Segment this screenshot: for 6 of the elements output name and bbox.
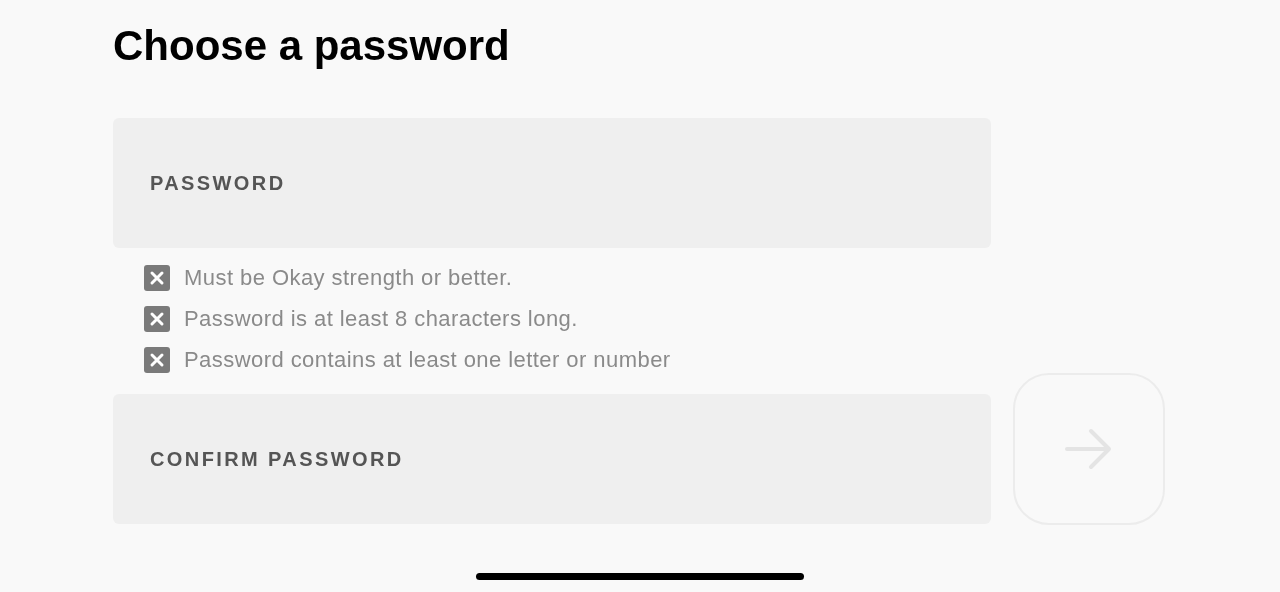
password-field[interactable]: PASSWORD: [113, 118, 991, 248]
requirement-text: Password contains at least one letter or number: [184, 346, 671, 374]
requirement-text: Must be Okay strength or better.: [184, 264, 513, 292]
requirement-text: Password is at least 8 characters long.: [184, 305, 578, 333]
page-title: Choose a password: [113, 21, 510, 71]
confirm-password-field[interactable]: CONFIRM PASSWORD: [113, 394, 991, 524]
